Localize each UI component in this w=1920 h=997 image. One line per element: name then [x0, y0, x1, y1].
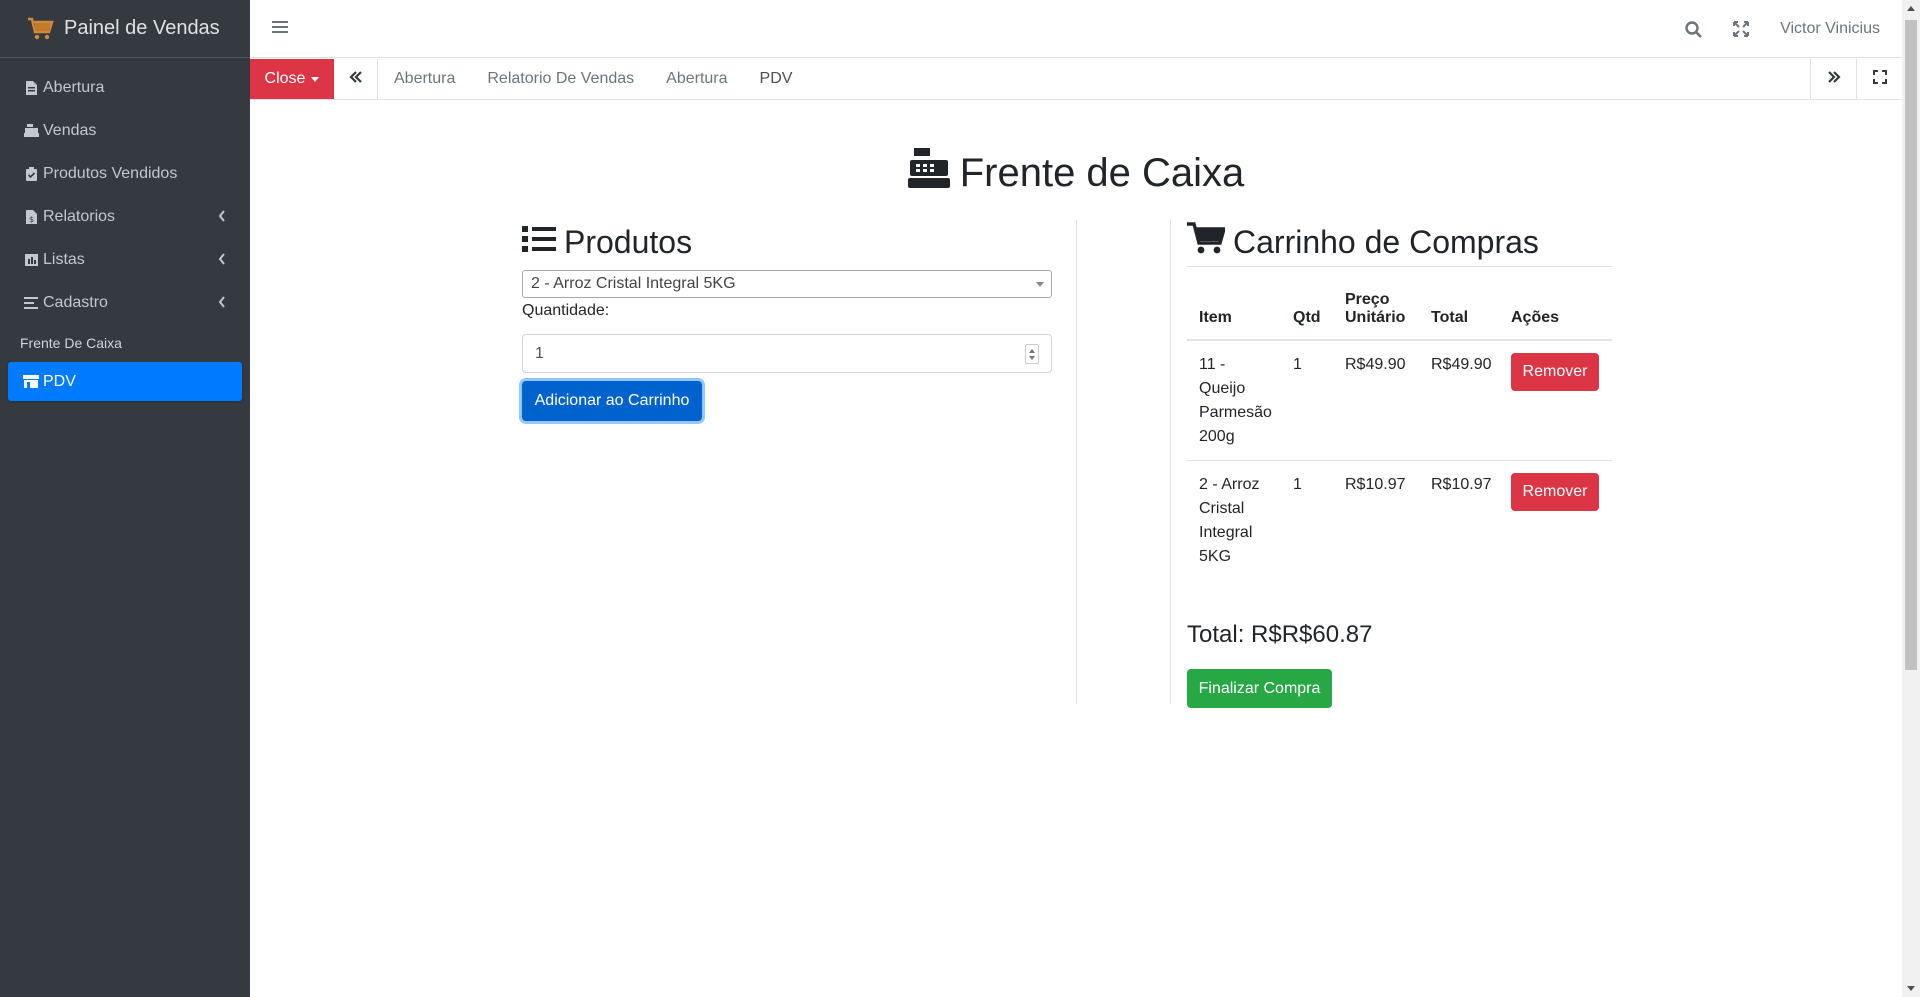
col-header-total: Total — [1431, 309, 1469, 326]
top-navbar: Victor Vinicius — [250, 0, 1902, 58]
fullscreen-tab-button[interactable] — [1856, 59, 1902, 99]
cart-heading-text: Carrinho de Compras — [1233, 223, 1539, 260]
cell-preco: R$10.97 — [1345, 476, 1406, 493]
product-select[interactable]: 2 - Arroz Cristal Integral 5KG — [522, 270, 1052, 298]
caret-down-icon — [311, 76, 320, 82]
tabs-right-controls — [1810, 59, 1902, 99]
products-section: Produtos 2 - Arroz Cristal Integral 5KG … — [522, 220, 1077, 704]
scroll-down-icon[interactable] — [1907, 986, 1915, 991]
sidebar-nav: Abertura Vendas Produtos Vendidos $ Rela… — [0, 58, 250, 401]
sidebar-item-abertura[interactable]: Abertura — [0, 66, 250, 109]
list-icon — [23, 295, 39, 311]
cart-table-header: Item Qtd Preço Unitário Total Ações — [1187, 267, 1612, 341]
expand-arrows-icon[interactable] — [1732, 20, 1750, 38]
cash-register-icon — [907, 148, 950, 198]
remove-button[interactable]: Remover — [1511, 473, 1599, 511]
cell-qtd: 1 — [1293, 356, 1302, 373]
product-select-value: 2 - Arroz Cristal Integral 5KG — [531, 275, 736, 292]
store-icon — [23, 374, 39, 390]
table-row: 2 - Arroz Cristal Integral 5KG 1 R$10.97… — [1187, 461, 1612, 581]
svg-text:$: $ — [29, 215, 34, 224]
brand-link[interactable]: Painel de Vendas — [0, 0, 250, 58]
col-header-item: Item — [1199, 309, 1232, 326]
cell-item: 2 - Arroz Cristal Integral 5KG — [1199, 476, 1260, 565]
table-row: 11 - Queijo Parmesão 200g 1 R$49.90 R$49… — [1187, 341, 1612, 461]
list-icon — [522, 224, 556, 261]
cell-total: R$49.90 — [1431, 356, 1492, 373]
products-heading: Produtos — [522, 220, 1076, 264]
tab-abertura[interactable]: Abertura — [378, 59, 471, 99]
sidebar-item-label: Cadastro — [43, 293, 108, 311]
sidebar-item-label: Vendas — [43, 121, 97, 139]
cart-table: Item Qtd Preço Unitário Total Ações 11 -… — [1187, 266, 1612, 581]
sidebar-item-label: Relatorios — [43, 207, 116, 225]
tab-pdv[interactable]: PDV — [744, 59, 809, 99]
search-icon[interactable] — [1684, 20, 1702, 38]
close-tabs-dropdown-button[interactable]: Close — [250, 59, 334, 99]
cash-register-icon — [23, 123, 39, 139]
quantity-input[interactable]: 1 — [522, 334, 1052, 373]
page-scrollbar[interactable] — [1902, 0, 1920, 997]
cell-preco: R$49.90 — [1345, 356, 1406, 373]
shopping-basket-icon — [26, 15, 54, 43]
sidebar-item-pdv[interactable]: PDV — [8, 362, 242, 401]
add-to-cart-button[interactable]: Adicionar ao Carrinho — [522, 381, 702, 421]
sidebar-item-cadastro[interactable]: Cadastro — [0, 281, 250, 324]
quantity-label: Quantidade: — [522, 302, 610, 319]
cell-qtd: 1 — [1293, 476, 1302, 493]
col-header-preco: Preço Unitário — [1345, 291, 1406, 326]
cell-total: R$10.97 — [1431, 476, 1492, 493]
sidebar-item-listas[interactable]: Listas — [0, 238, 250, 281]
scroll-tabs-right-button[interactable] — [1810, 59, 1856, 99]
chevron-left-icon — [218, 295, 228, 309]
tab-relatorio-de-vendas[interactable]: Relatorio De Vendas — [471, 59, 650, 99]
top-right-controls: Victor Vinicius — [1684, 0, 1902, 58]
remove-button[interactable]: Remover — [1511, 353, 1599, 391]
hamburger-menu-icon[interactable] — [272, 20, 288, 36]
chart-bar-icon — [23, 252, 39, 268]
products-heading-text: Produtos — [564, 223, 693, 260]
page-title: Frente de Caixa — [959, 150, 1245, 195]
quantity-stepper[interactable] — [1025, 344, 1039, 364]
file-invoice-dollar-icon: $ — [23, 209, 39, 225]
finish-purchase-button[interactable]: Finalizar Compra — [1187, 669, 1332, 708]
tabs-bar: Close Abertura Relatorio De Vendas Abert… — [250, 59, 1902, 100]
file-invoice-icon — [23, 80, 39, 96]
brand-title: Painel de Vendas — [64, 17, 220, 39]
scrollbar-thumb[interactable] — [1905, 20, 1917, 670]
sidebar-item-label: PDV — [43, 372, 76, 390]
sidebar-item-vendas[interactable]: Vendas — [0, 109, 250, 152]
expand-icon — [1872, 69, 1887, 89]
cell-acoes: Remover — [1499, 461, 1612, 581]
shopping-cart-icon — [1187, 222, 1227, 262]
sidebar-item-relatorios[interactable]: $ Relatorios — [0, 195, 250, 238]
quantity-value: 1 — [535, 344, 544, 362]
page-title-wrapper: Frente de Caixa — [0, 148, 1902, 198]
double-chevron-right-icon — [1827, 70, 1841, 88]
sidebar-header-frente-de-caixa: Frente De Caixa — [20, 335, 122, 351]
cart-total: Total: R$R$60.87 — [1187, 621, 1373, 648]
close-button-label: Close — [264, 70, 306, 87]
col-header-qtd: Qtd — [1293, 309, 1321, 326]
chevron-left-icon — [218, 252, 228, 266]
user-name[interactable]: Victor Vinicius — [1780, 20, 1880, 38]
chevron-left-icon — [218, 209, 228, 223]
scroll-tabs-left-button[interactable] — [334, 59, 378, 99]
cart-section: Carrinho de Compras Item Qtd Preço Unitá… — [1170, 220, 1612, 708]
cell-acoes: Remover — [1499, 341, 1612, 460]
col-header-acoes: Ações — [1511, 309, 1560, 326]
scroll-up-icon[interactable] — [1907, 6, 1915, 11]
sidebar-item-label: Listas — [43, 250, 85, 268]
dropdown-arrow-icon — [1036, 282, 1044, 287]
double-chevron-left-icon — [348, 70, 363, 88]
sidebar-item-label: Abertura — [43, 78, 105, 96]
tab-abertura-2[interactable]: Abertura — [650, 59, 743, 99]
cart-heading: Carrinho de Compras — [1187, 220, 1610, 264]
cell-item: 11 - Queijo Parmesão 200g — [1199, 356, 1272, 445]
